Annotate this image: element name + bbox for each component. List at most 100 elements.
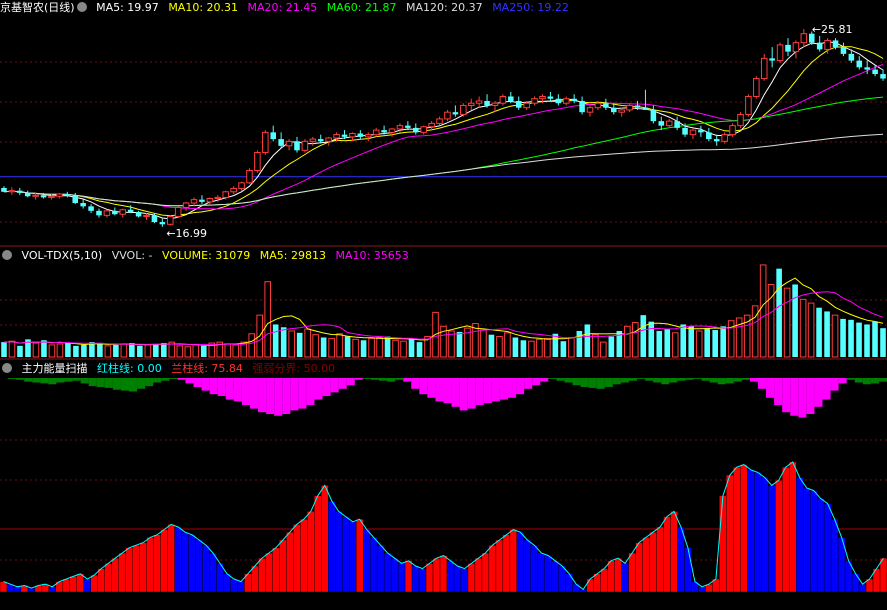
candle-body	[555, 98, 562, 104]
volume-bar	[488, 334, 495, 357]
top-energy-bar	[790, 378, 799, 416]
top-energy-bar	[798, 378, 807, 418]
volume-bar	[831, 314, 839, 358]
candle-body	[579, 100, 585, 113]
energy-bar	[649, 532, 657, 593]
top-energy-bar	[387, 378, 396, 382]
volume-bar	[81, 344, 87, 357]
volume-bar	[384, 336, 391, 357]
candle-body	[341, 134, 348, 137]
candle-body	[294, 141, 300, 151]
top-energy-bar	[806, 378, 815, 414]
energy-bar	[293, 524, 301, 593]
energy-bar	[0, 581, 8, 593]
volume-bar	[600, 341, 607, 358]
candle-body	[769, 58, 775, 61]
candle-body	[413, 127, 419, 133]
candle-body	[467, 102, 475, 106]
top-energy-bar	[572, 378, 581, 386]
energy-bar	[509, 529, 518, 593]
energy-bar	[355, 519, 364, 593]
energy-bar	[747, 469, 755, 593]
top-energy-bar	[145, 378, 154, 387]
top-energy-bar	[193, 378, 202, 387]
top-energy-bar	[282, 378, 291, 414]
volume-bar	[400, 340, 407, 358]
volume-bar	[648, 321, 655, 357]
energy-bar	[635, 542, 643, 593]
toggle-icon[interactable]	[76, 2, 87, 12]
top-energy-bar	[637, 378, 646, 379]
energy-bar	[809, 490, 818, 593]
toggle-icon[interactable]	[2, 363, 12, 373]
top-energy-bar	[112, 378, 121, 390]
energy-bar	[76, 573, 85, 593]
candle-body	[515, 100, 522, 108]
top-energy-bar	[499, 378, 509, 400]
candle-body	[444, 111, 451, 120]
energy-bar	[174, 526, 182, 593]
stock-title: 京基智农(日线)	[0, 1, 75, 14]
candle-body	[856, 60, 863, 68]
energy-bar	[376, 545, 385, 593]
top-energy-bar	[217, 378, 226, 396]
volume-bar	[320, 337, 327, 357]
energy-bar	[782, 467, 790, 593]
top-energy-bar	[653, 378, 662, 383]
volume-bar	[176, 345, 184, 358]
top-energy-bar	[749, 378, 758, 382]
top-energy-bar	[8, 378, 17, 379]
threshold-label: 强弱分界: 50.00	[252, 362, 336, 375]
top-energy-bar	[645, 378, 654, 381]
energy-bar	[663, 516, 671, 593]
top-energy-bar	[32, 378, 41, 383]
energy-bar	[802, 487, 811, 593]
energy-bar	[411, 565, 420, 593]
energy-bar	[677, 526, 685, 593]
top-energy-bar	[620, 378, 629, 383]
volume-bar	[392, 339, 399, 358]
ma10-label: MA10: 20.31	[168, 1, 239, 14]
indicator-title: 主力能量扫描	[21, 362, 88, 375]
volume-bar	[56, 343, 64, 358]
volume-bar	[41, 340, 47, 357]
volume-bar	[200, 345, 207, 357]
energy-bar	[544, 555, 552, 593]
candle-body	[682, 127, 688, 135]
top-energy-bar	[48, 378, 57, 385]
candle-body	[698, 130, 704, 133]
volume-bar	[192, 344, 200, 358]
toggle-icon[interactable]	[2, 250, 12, 260]
candle-body	[135, 211, 142, 217]
volume-bar	[584, 324, 591, 357]
candle-body	[658, 121, 665, 126]
candle-body	[278, 139, 284, 146]
energy-bar	[160, 529, 168, 593]
volume-bar	[680, 324, 687, 357]
candle-body	[381, 130, 387, 133]
volume-bar	[336, 333, 343, 358]
top-energy-bar	[677, 378, 686, 381]
top-energy-bar	[741, 378, 750, 380]
top-energy-bar	[370, 378, 379, 380]
top-energy-bar	[290, 378, 299, 411]
volume-bar	[671, 332, 679, 358]
volume-bar	[368, 337, 375, 358]
volume-bar	[759, 264, 767, 358]
top-energy-bar	[669, 378, 678, 383]
top-energy-bar	[878, 378, 887, 382]
volume-bar	[592, 334, 599, 358]
top-energy-bar	[556, 378, 565, 381]
candle-body	[475, 100, 483, 104]
energy-bar	[789, 461, 797, 593]
energy-bar	[209, 552, 217, 593]
candle-body	[436, 118, 443, 124]
energy-bar	[418, 568, 427, 593]
volume-bar	[688, 326, 695, 357]
energy-bar	[153, 534, 161, 593]
candle-body	[167, 215, 174, 225]
volume-bar	[544, 337, 551, 358]
candle-body	[721, 134, 728, 142]
candle-body	[674, 121, 680, 128]
energy-bar	[572, 584, 580, 593]
